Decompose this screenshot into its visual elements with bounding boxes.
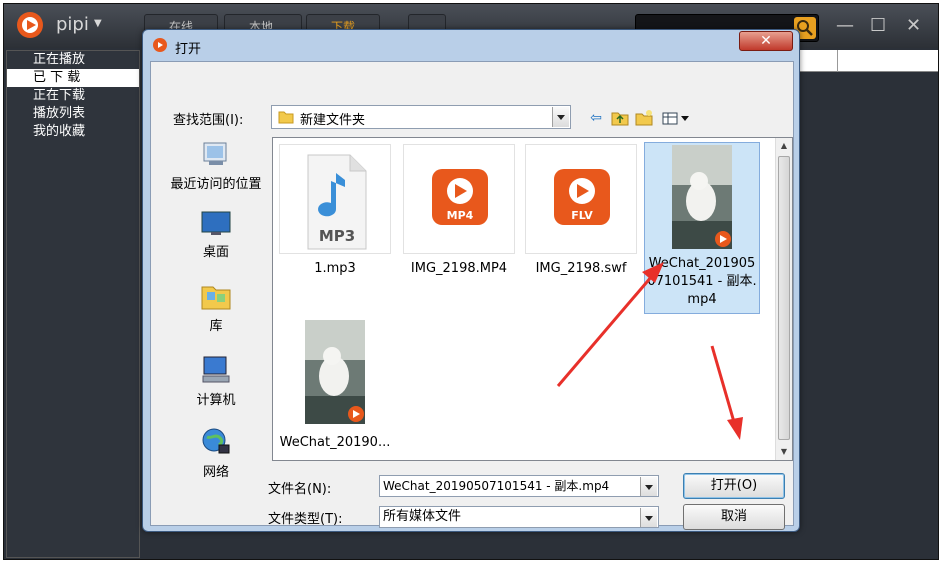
mp4-badge-text: MP4 (447, 209, 474, 222)
video-thumbnail-icon (672, 145, 732, 249)
up-folder-icon[interactable] (611, 109, 629, 127)
desktop-icon (201, 211, 231, 235)
chevron-down-icon[interactable] (552, 107, 569, 127)
libraries-icon (201, 286, 231, 310)
close-window-icon[interactable]: ✕ (906, 16, 921, 36)
places-bar: 最近访问的位置 桌面 库 计算机 网络 (166, 137, 266, 497)
video-thumbnail-icon (305, 320, 365, 424)
computer-icon (202, 356, 230, 383)
file-thumbnail (645, 143, 759, 253)
file-thumbnail: MP3 (279, 144, 391, 254)
vertical-scrollbar[interactable]: ▲ ▼ (775, 138, 792, 460)
view-menu-icon[interactable] (661, 109, 691, 127)
file-item-wechat[interactable]: WeChat_20190... (279, 318, 391, 452)
mp3-badge-text: MP3 (319, 227, 355, 245)
scroll-down-icon[interactable]: ▼ (776, 444, 792, 460)
sidebar-item-favorites[interactable]: 我的收藏 (7, 123, 139, 141)
file-name: 1.mp3 (314, 261, 356, 276)
place-label: 库 (209, 319, 223, 334)
file-item-wechat-copy[interactable]: WeChat_20190507101541 - 副本.mp4 (644, 142, 760, 314)
sidebar-item-downloading[interactable]: 正在下载 (7, 87, 139, 105)
app-logo-icon (17, 12, 43, 38)
flv-badge-text: FLV (571, 209, 593, 222)
sidebar-item-downloaded[interactable]: 已 下 载 (7, 69, 139, 87)
dialog-title: 打开 (175, 42, 202, 57)
folder-icon (278, 111, 294, 124)
app-menu-chevron-down-icon[interactable]: ▼ (94, 18, 102, 29)
file-name: WeChat_20190... (279, 435, 391, 450)
dialog-close-button[interactable]: ✕ (739, 31, 793, 51)
new-folder-icon[interactable] (635, 109, 653, 127)
place-label: 最近访问的位置 (170, 177, 262, 192)
file-thumbnail (279, 318, 391, 428)
place-recent[interactable]: 最近访问的位置 (166, 137, 266, 192)
filename-label: 文件名(N): (268, 482, 332, 497)
sidebar-item-playlist[interactable]: 播放列表 (7, 105, 139, 123)
minimize-icon[interactable]: — (836, 16, 854, 36)
file-item-mp3[interactable]: MP3 1.mp3 (279, 144, 391, 278)
chevron-down-icon[interactable] (640, 477, 657, 496)
open-file-dialog: 打开 ✕ 查找范围(I): 新建文件夹 ⇦ 最近访问的位置 桌面 库 计算机 网… (142, 29, 800, 532)
close-icon: ✕ (760, 33, 772, 49)
file-thumbnail: FLV (525, 144, 637, 254)
cancel-button[interactable]: 取消 (683, 504, 785, 530)
place-desktop[interactable]: 桌面 (166, 209, 266, 260)
place-network[interactable]: 网络 (166, 425, 266, 480)
place-label: 网络 (202, 465, 229, 480)
filename-field[interactable]: WeChat_20190507101541 - 副本.mp4 (379, 475, 659, 497)
flv-file-icon: FLV (554, 169, 610, 225)
player-sidebar: 正在播放 已 下 载 正在下载 播放列表 我的收藏 (6, 50, 140, 558)
filetype-value: 所有媒体文件 (383, 509, 462, 524)
back-arrow-icon[interactable]: ⇦ (587, 109, 605, 127)
dialog-body: 查找范围(I): 新建文件夹 ⇦ 最近访问的位置 桌面 库 计算机 网络 MP3… (150, 61, 794, 530)
place-libraries[interactable]: 库 (166, 279, 266, 334)
file-thumbnail: MP4 (403, 144, 515, 254)
network-icon (202, 428, 230, 454)
lookin-label: 查找范围(I): (173, 113, 244, 128)
place-label: 桌面 (202, 245, 229, 260)
file-list-view[interactable]: MP3 1.mp3 MP4 IMG_2198.MP4 FLV IMG_2198.… (272, 137, 793, 461)
open-button[interactable]: 打开(O) (683, 473, 785, 499)
file-item-mp4[interactable]: MP4 IMG_2198.MP4 (403, 144, 515, 278)
place-label: 计算机 (196, 393, 236, 408)
app-name[interactable]: pipi (56, 14, 89, 35)
lookin-combobox[interactable]: 新建文件夹 (271, 105, 571, 129)
file-item-swf[interactable]: FLV IMG_2198.swf (525, 144, 637, 278)
file-name: IMG_2198.swf (535, 261, 627, 276)
recent-places-icon (203, 142, 227, 165)
maximize-icon[interactable]: ☐ (870, 16, 886, 36)
filetype-label: 文件类型(T): (268, 512, 343, 527)
filetype-select[interactable]: 所有媒体文件 (379, 506, 659, 528)
scroll-thumb[interactable] (778, 156, 790, 440)
file-name: IMG_2198.MP4 (410, 261, 508, 276)
mp4-file-icon: MP4 (432, 169, 488, 225)
scroll-up-icon[interactable]: ▲ (776, 138, 792, 154)
mp3-file-icon: MP3 (307, 154, 367, 250)
dialog-app-icon (153, 38, 167, 52)
lookin-value: 新建文件夹 (300, 113, 366, 128)
chevron-down-icon[interactable] (640, 508, 657, 527)
place-computer[interactable]: 计算机 (166, 353, 266, 408)
sidebar-item-now-playing[interactable]: 正在播放 (7, 51, 139, 69)
filename-value: WeChat_20190507101541 - 副本.mp4 (383, 479, 610, 493)
file-name: WeChat_20190507101541 - 副本.mp4 (647, 256, 757, 307)
